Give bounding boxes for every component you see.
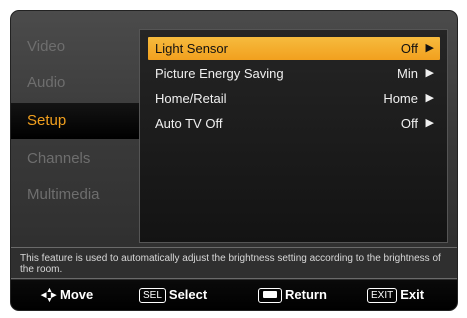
sidebar-item-video[interactable]: Video <box>11 29 139 65</box>
sidebar-item-channels[interactable]: Channels <box>11 141 139 177</box>
menu-row-home-retail[interactable]: Home/Retail Home ▶ <box>148 87 440 110</box>
exit-label: Exit <box>400 287 425 302</box>
menu-row-value: Min <box>397 66 418 81</box>
dpad-arrows-icon: ▲ ▼ ◀ ▶ <box>41 287 57 304</box>
sidebar-item-setup[interactable]: Setup <box>11 103 139 139</box>
select-hint: SEL Select <box>139 280 207 310</box>
exit-hint: EXIT Exit <box>367 280 424 310</box>
return-key-icon <box>258 287 282 303</box>
menu-row-value: Off <box>400 116 418 131</box>
move-hint: ▲ ▼ ◀ ▶ Move <box>41 280 93 310</box>
menu-row-light-sensor[interactable]: Light Sensor Off ▶ <box>148 37 440 60</box>
right-arrow-icon: ▶ <box>425 92 434 104</box>
exit-key-icon: EXIT <box>367 287 398 303</box>
tv-menu-window: Video Audio Setup Channels Multimedia Li… <box>10 10 458 311</box>
sidebar-item-multimedia[interactable]: Multimedia <box>11 177 139 213</box>
setup-menu-panel: Light Sensor Off ▶ Picture Energy Saving… <box>139 29 448 243</box>
menu-row-value: Home <box>383 91 418 106</box>
menu-row-label: Picture Energy Saving <box>155 66 284 81</box>
menu-row-label: Auto TV Off <box>155 116 223 131</box>
menu-row-label: Light Sensor <box>155 41 228 56</box>
right-arrow-icon: ▶ <box>425 117 434 129</box>
return-hint: Return <box>258 280 327 310</box>
menu-row-value: Off <box>400 41 418 56</box>
menu-row-label: Home/Retail <box>155 91 227 106</box>
right-arrow-icon: ▶ <box>425 67 434 79</box>
button-guide-bar: ▲ ▼ ◀ ▶ Move SEL Select Return EXIT Exit <box>11 280 457 310</box>
help-description: This feature is used to automatically ad… <box>11 247 457 279</box>
sel-key-icon: SEL <box>139 287 166 303</box>
return-label: Return <box>285 287 327 302</box>
menu-row-auto-tv-off[interactable]: Auto TV Off Off ▶ <box>148 112 440 135</box>
sidebar-item-audio[interactable]: Audio <box>11 65 139 101</box>
category-sidebar: Video Audio Setup Channels Multimedia <box>11 11 139 243</box>
move-label: Move <box>60 287 94 302</box>
select-label: Select <box>168 287 208 302</box>
right-arrow-icon: ▶ <box>425 42 434 54</box>
menu-row-picture-energy-saving[interactable]: Picture Energy Saving Min ▶ <box>148 62 440 85</box>
